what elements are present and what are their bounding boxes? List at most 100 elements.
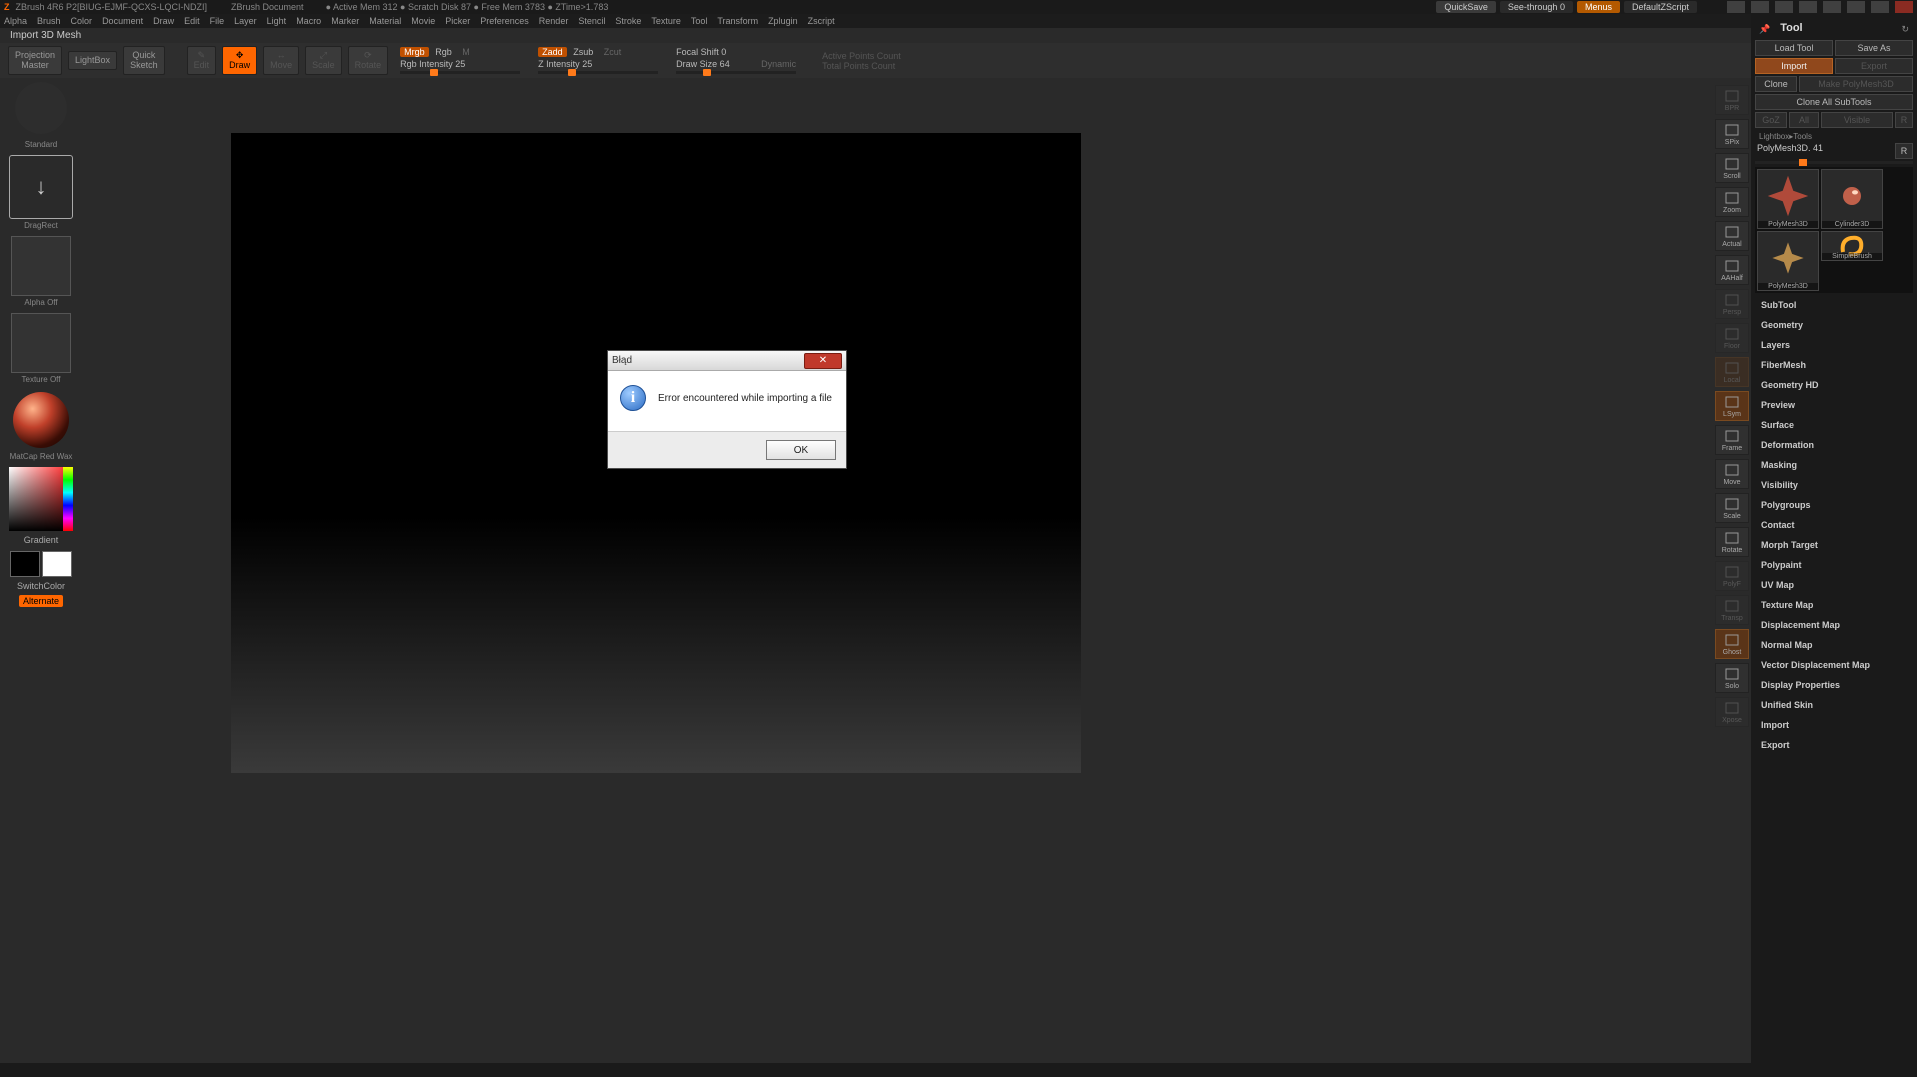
menu-material[interactable]: Material	[369, 16, 401, 26]
goz-all-button[interactable]: All	[1789, 112, 1819, 128]
winbtn-3[interactable]	[1775, 1, 1793, 13]
menu-draw[interactable]: Draw	[153, 16, 174, 26]
clone-all-subtools-button[interactable]: Clone All SubTools	[1755, 94, 1913, 110]
draw-size-label[interactable]: Draw Size 64	[676, 59, 730, 69]
stroke-thumb[interactable]: ↓	[9, 155, 73, 219]
section-masking[interactable]: Masking	[1761, 457, 1913, 473]
rail-polyf[interactable]: PolyF	[1715, 561, 1749, 591]
rail-solo[interactable]: Solo	[1715, 663, 1749, 693]
menu-zscript[interactable]: Zscript	[808, 16, 835, 26]
clone-button[interactable]: Clone	[1755, 76, 1797, 92]
tool-thumb-3[interactable]: SimpleBrush	[1821, 231, 1883, 261]
focal-shift-label[interactable]: Focal Shift 0	[676, 47, 796, 57]
rgb-intensity-label[interactable]: Rgb Intensity 25	[400, 59, 520, 69]
rail-frame[interactable]: Frame	[1715, 425, 1749, 455]
mode-scale[interactable]: ⤢Scale	[305, 46, 342, 76]
mode-rotate[interactable]: ⟳Rotate	[348, 46, 389, 76]
menu-color[interactable]: Color	[71, 16, 93, 26]
lightbox-button[interactable]: LightBox	[68, 51, 117, 71]
dynamic-toggle[interactable]: Dynamic	[761, 59, 796, 69]
section-vector-displacement-map[interactable]: Vector Displacement Map	[1761, 657, 1913, 673]
menu-preferences[interactable]: Preferences	[480, 16, 529, 26]
menu-edit[interactable]: Edit	[184, 16, 200, 26]
section-unified-skin[interactable]: Unified Skin	[1761, 697, 1913, 713]
menu-transform[interactable]: Transform	[717, 16, 758, 26]
texture-thumb[interactable]	[11, 313, 71, 373]
winbtn-close[interactable]	[1895, 1, 1913, 13]
winbtn-max[interactable]	[1871, 1, 1889, 13]
draw-size-slider[interactable]	[676, 71, 796, 74]
rail-zoom[interactable]: Zoom	[1715, 187, 1749, 217]
mode-edit[interactable]: ✎Edit	[187, 46, 217, 76]
makepoly-button[interactable]: Make PolyMesh3D	[1799, 76, 1913, 92]
switchcolor-button[interactable]: SwitchColor	[17, 581, 65, 591]
rail-bpr[interactable]: BPR	[1715, 85, 1749, 115]
section-contact[interactable]: Contact	[1761, 517, 1913, 533]
goz-visible-button[interactable]: Visible	[1821, 112, 1893, 128]
menus-toggle[interactable]: Menus	[1577, 1, 1620, 13]
panel-pin-icon[interactable]: 📌	[1759, 24, 1770, 35]
menu-light[interactable]: Light	[267, 16, 287, 26]
zscript-label[interactable]: DefaultZScript	[1624, 1, 1697, 13]
import-button[interactable]: Import	[1755, 58, 1833, 74]
goz-r-button[interactable]: R	[1895, 112, 1913, 128]
rail-actual[interactable]: Actual	[1715, 221, 1749, 251]
section-polygroups[interactable]: Polygroups	[1761, 497, 1913, 513]
export-button[interactable]: Export	[1835, 58, 1913, 74]
winbtn-5[interactable]	[1823, 1, 1841, 13]
menu-zplugin[interactable]: Zplugin	[768, 16, 798, 26]
menu-macro[interactable]: Macro	[296, 16, 321, 26]
section-displacement-map[interactable]: Displacement Map	[1761, 617, 1913, 633]
winbtn-1[interactable]	[1727, 1, 1745, 13]
section-uv-map[interactable]: UV Map	[1761, 577, 1913, 593]
rail-xpose[interactable]: Xpose	[1715, 697, 1749, 727]
menu-texture[interactable]: Texture	[651, 16, 681, 26]
rail-scale[interactable]: Scale	[1715, 493, 1749, 523]
rail-ghost[interactable]: Ghost	[1715, 629, 1749, 659]
winbtn-min[interactable]	[1847, 1, 1865, 13]
menu-stencil[interactable]: Stencil	[578, 16, 605, 26]
section-display-properties[interactable]: Display Properties	[1761, 677, 1913, 693]
goz-button[interactable]: GoZ	[1755, 112, 1787, 128]
mrgb-toggle[interactable]: Mrgb	[400, 47, 429, 57]
menu-movie[interactable]: Movie	[411, 16, 435, 26]
dialog-ok-button[interactable]: OK	[766, 440, 836, 460]
lightbox-tools-label[interactable]: Lightbox▸Tools	[1759, 132, 1913, 141]
dialog-close-button[interactable]: ✕	[804, 353, 842, 369]
current-tool-r[interactable]: R	[1895, 143, 1913, 159]
mode-move[interactable]: ↔Move	[263, 46, 299, 76]
rail-persp[interactable]: Persp	[1715, 289, 1749, 319]
section-geometry[interactable]: Geometry	[1761, 317, 1913, 333]
color-picker[interactable]	[9, 467, 73, 531]
rail-transp[interactable]: Transp	[1715, 595, 1749, 625]
menu-alpha[interactable]: Alpha	[4, 16, 27, 26]
section-visibility[interactable]: Visibility	[1761, 477, 1913, 493]
z-intensity-label[interactable]: Z Intensity 25	[538, 59, 658, 69]
alpha-thumb[interactable]	[11, 236, 71, 296]
load-tool-button[interactable]: Load Tool	[1755, 40, 1833, 56]
save-as-button[interactable]: Save As	[1835, 40, 1913, 56]
swatch-black[interactable]	[10, 551, 40, 577]
z-intensity-slider[interactable]	[538, 71, 658, 74]
rgb-intensity-slider[interactable]	[400, 71, 520, 74]
swatch-white[interactable]	[42, 551, 72, 577]
tool-thumb-2[interactable]: PolyMesh3D	[1757, 231, 1819, 291]
brush-thumb[interactable]	[15, 82, 67, 134]
rail-floor[interactable]: Floor	[1715, 323, 1749, 353]
zcut-toggle[interactable]: Zcut	[604, 47, 622, 57]
tool-thumb-1[interactable]: Cylinder3D	[1821, 169, 1883, 229]
menu-picker[interactable]: Picker	[445, 16, 470, 26]
menu-tool[interactable]: Tool	[691, 16, 708, 26]
section-texture-map[interactable]: Texture Map	[1761, 597, 1913, 613]
section-export[interactable]: Export	[1761, 737, 1913, 753]
section-normal-map[interactable]: Normal Map	[1761, 637, 1913, 653]
rail-move[interactable]: Move	[1715, 459, 1749, 489]
menu-render[interactable]: Render	[539, 16, 569, 26]
section-layers[interactable]: Layers	[1761, 337, 1913, 353]
menu-file[interactable]: File	[210, 16, 225, 26]
rail-scroll[interactable]: Scroll	[1715, 153, 1749, 183]
winbtn-2[interactable]	[1751, 1, 1769, 13]
section-deformation[interactable]: Deformation	[1761, 437, 1913, 453]
m-toggle[interactable]: M	[462, 47, 470, 57]
rail-rotate[interactable]: Rotate	[1715, 527, 1749, 557]
